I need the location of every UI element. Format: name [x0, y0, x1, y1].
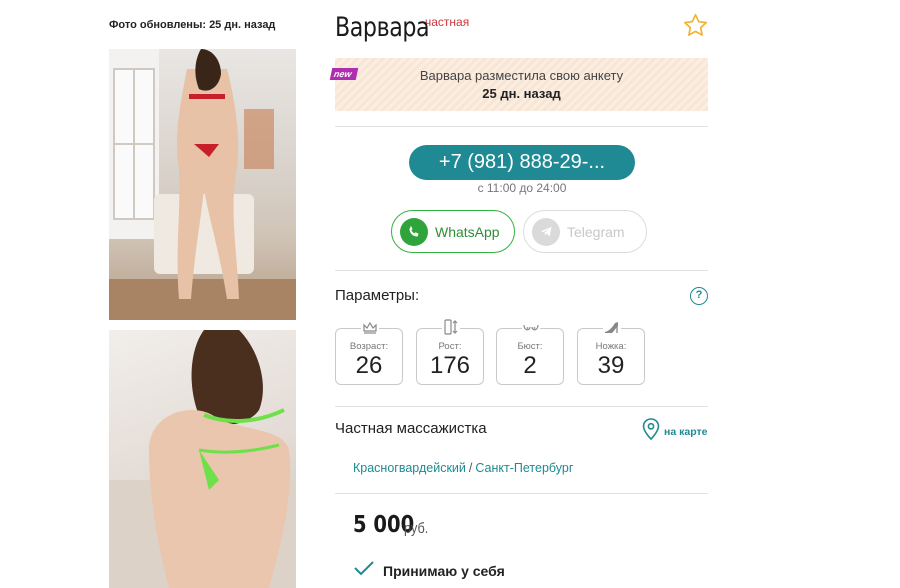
- profile-header: Варвара частная: [335, 12, 469, 43]
- accept-row: Принимаю у себя: [353, 560, 505, 581]
- heel-icon: [603, 319, 621, 335]
- help-icon[interactable]: ?: [690, 287, 708, 305]
- checkmark-icon: [353, 560, 375, 581]
- profile-photo-2[interactable]: [109, 330, 296, 588]
- location: Красногвардейский / Санкт-Петербург: [353, 461, 573, 475]
- favorite-star-icon[interactable]: [682, 12, 709, 39]
- param-foot-value: 39: [597, 352, 625, 379]
- new-badge: new: [329, 68, 358, 80]
- param-height: Рост: 176: [416, 319, 484, 385]
- profile-photo-1[interactable]: [109, 49, 296, 320]
- profile-name: Варвара: [335, 12, 430, 43]
- accept-label: Принимаю у себя: [383, 562, 505, 579]
- city-link[interactable]: Санкт-Петербург: [475, 461, 573, 475]
- param-foot: Ножка: 39: [577, 319, 645, 385]
- height-icon: [442, 319, 460, 335]
- params-title: Параметры:: [335, 287, 420, 304]
- price: 5 000 руб.: [353, 512, 429, 538]
- photos-updated-caption: Фото обновлены: 25 дн. назад: [109, 19, 276, 31]
- bust-icon: [522, 319, 540, 335]
- district-link[interactable]: Красногвардейский: [353, 461, 466, 475]
- telegram-label: Telegram: [567, 223, 625, 240]
- divider: [335, 406, 708, 407]
- whatsapp-button[interactable]: WhatsApp: [391, 210, 515, 253]
- telegram-icon: [532, 217, 560, 246]
- whatsapp-label: WhatsApp: [435, 223, 500, 240]
- param-age-value: 26: [355, 352, 383, 379]
- working-hours: с 11:00 до 24:00: [477, 181, 567, 195]
- map-link[interactable]: на карте: [642, 418, 707, 445]
- notice-time: 25 дн. назад: [482, 86, 561, 101]
- param-bust-label: Бюст:: [517, 341, 543, 352]
- price-currency: руб.: [404, 520, 429, 537]
- location-separator: /: [468, 461, 473, 475]
- map-pin-icon: [642, 418, 660, 445]
- divider: [335, 126, 708, 127]
- divider: [335, 270, 708, 271]
- map-link-label: на карте: [664, 425, 708, 438]
- divider: [335, 493, 708, 494]
- notice-text: Варвара разместила свою анкету: [419, 68, 624, 83]
- param-age: Возраст: 26: [335, 319, 403, 385]
- param-bust: Бюст: 2: [496, 319, 564, 385]
- param-foot-label: Ножка:: [595, 341, 627, 352]
- param-age-label: Возраст:: [349, 341, 389, 352]
- service-title: Частная массажистка: [335, 420, 487, 437]
- param-bust-value: 2: [523, 352, 537, 379]
- phone-button[interactable]: +7 (981) 888-29-...: [409, 145, 635, 180]
- whatsapp-icon: [400, 217, 428, 246]
- private-badge: частная: [425, 15, 470, 29]
- param-height-value: 176: [429, 352, 471, 379]
- param-height-label: Рост:: [438, 341, 462, 352]
- crown-icon: [361, 319, 379, 335]
- telegram-button[interactable]: Telegram: [523, 210, 647, 253]
- posted-notice: new Варвара разместила свою анкету 25 дн…: [329, 58, 708, 111]
